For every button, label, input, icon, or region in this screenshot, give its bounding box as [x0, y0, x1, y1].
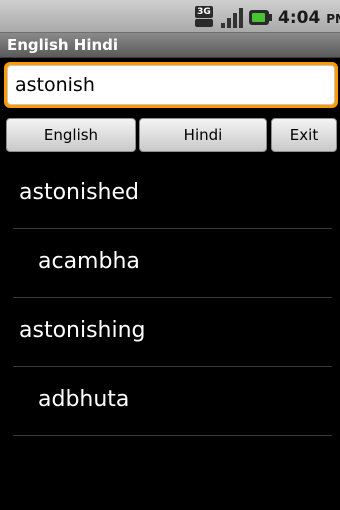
list-item-meaning[interactable]: acambha: [0, 229, 340, 298]
list-item-word[interactable]: astonishing: [0, 298, 340, 367]
network-type-label: 3G: [195, 6, 213, 18]
3g-data-icon: 3G: [193, 6, 217, 28]
list-item-text: acambha: [38, 249, 140, 274]
result-list: astonished acambha astonishing adbhuta: [0, 160, 340, 436]
english-button[interactable]: English: [6, 118, 136, 152]
list-item-text: adbhuta: [38, 387, 130, 412]
data-arrows-icon: [195, 19, 213, 27]
list-item-word[interactable]: astonished: [0, 160, 340, 229]
app-title: English Hindi: [7, 36, 119, 54]
list-item-text: astonished: [19, 180, 139, 205]
signal-strength-icon: [220, 6, 244, 28]
battery-icon: [249, 8, 272, 28]
app-title-bar: English Hindi: [0, 33, 340, 58]
list-item-meaning[interactable]: adbhuta: [0, 367, 340, 436]
clock-ampm: PM: [326, 12, 340, 26]
hindi-button[interactable]: Hindi: [139, 118, 267, 152]
search-input[interactable]: [7, 65, 335, 105]
clock-time: 4:04: [278, 8, 321, 28]
search-field-focus-ring: [4, 62, 338, 108]
status-bar: 3G 4:04 PM: [0, 0, 340, 33]
exit-button[interactable]: Exit: [271, 118, 337, 152]
clock: 4:04 PM: [278, 8, 340, 28]
list-divider: [13, 435, 332, 436]
list-item-text: astonishing: [19, 318, 146, 343]
